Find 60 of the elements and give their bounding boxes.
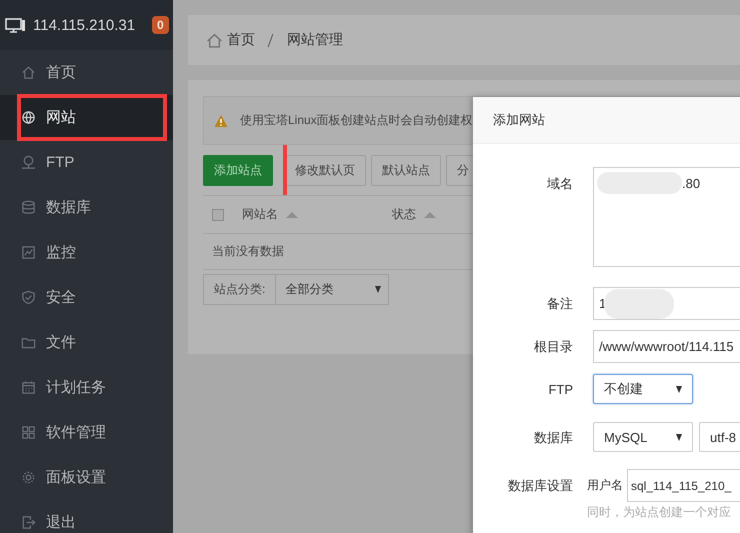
toolbar-button[interactable]: 默认站点	[371, 155, 441, 186]
input-field[interactable]: /www/wwwroot/114.115	[593, 330, 740, 363]
nav-item[interactable]: 监控	[0, 230, 173, 275]
nav-item[interactable]: 退出	[0, 500, 173, 533]
globe-icon	[21, 110, 36, 125]
toolbar-button[interactable]: 添加站点	[203, 155, 273, 186]
hint-text: 同时，为站点创建一个对应	[587, 504, 732, 521]
field-label: 数据库	[533, 429, 574, 447]
select-field[interactable]: MySQL	[593, 422, 693, 452]
home-icon	[206, 32, 223, 48]
calendar-icon	[21, 380, 36, 395]
notice-text: 使用宝塔Linux面板创建站点时会自动创建权	[240, 112, 473, 129]
database-icon	[21, 200, 36, 215]
grid-icon	[21, 425, 36, 440]
category-filter[interactable]: 站点分类: 全部分类	[203, 274, 390, 305]
field-label: 用户名	[587, 477, 623, 494]
nav-item[interactable]: 文件	[0, 320, 173, 365]
category-select[interactable]: 全部分类	[275, 275, 388, 304]
nav-item[interactable]: FTP	[0, 140, 173, 185]
computer-icon	[5, 17, 26, 33]
checkbox[interactable]	[212, 208, 224, 220]
field-label: 备注	[546, 295, 574, 313]
network-icon	[21, 155, 36, 170]
redaction-blur	[604, 288, 674, 318]
server-address: 114.115.210.31	[33, 16, 136, 34]
nav-item[interactable]: 计划任务	[0, 365, 173, 410]
column-header[interactable]: 网站名	[242, 206, 278, 223]
nav-item[interactable]: 面板设置	[0, 455, 173, 500]
nav-item[interactable]: 安全	[0, 275, 173, 320]
shield-icon	[21, 290, 36, 305]
caret-icon	[676, 434, 682, 440]
dialog-title: 添加网站	[473, 97, 740, 144]
field-label: 数据库设置	[507, 477, 574, 495]
warning-icon	[214, 114, 228, 128]
select-field[interactable]: utf-8	[699, 422, 740, 452]
toolbar-button[interactable]: 修改默认页	[284, 155, 366, 186]
textarea-field[interactable]: .80	[593, 167, 740, 267]
field-label: FTP	[547, 381, 574, 399]
settings-icon	[21, 470, 36, 485]
caret-icon	[676, 386, 682, 392]
exit-icon	[21, 515, 36, 530]
notification-badge[interactable]: 0	[152, 16, 169, 34]
caret-icon	[375, 286, 382, 293]
select-field[interactable]: 不创建	[593, 374, 693, 404]
field-label: 域名	[546, 175, 574, 193]
column-header[interactable]: 状态	[392, 206, 416, 223]
nav-item[interactable]: 软件管理	[0, 410, 173, 455]
sort-icon[interactable]	[424, 212, 436, 218]
breadcrumb-link[interactable]: 网站管理	[287, 31, 343, 49]
nav-item[interactable]: 网站	[0, 95, 173, 140]
nav-item[interactable]: 数据库	[0, 185, 173, 230]
chart-icon	[21, 245, 36, 260]
nav-item[interactable]: 首页	[0, 50, 173, 95]
filter-label: 站点分类:	[213, 281, 266, 298]
home-icon	[21, 65, 36, 80]
input-field[interactable]: sql_114_115_210_	[627, 469, 740, 502]
breadcrumb-link[interactable]: 首页	[227, 31, 255, 49]
field-label: 根目录	[533, 338, 574, 356]
folder-icon	[21, 335, 36, 350]
sort-icon[interactable]	[286, 212, 298, 218]
